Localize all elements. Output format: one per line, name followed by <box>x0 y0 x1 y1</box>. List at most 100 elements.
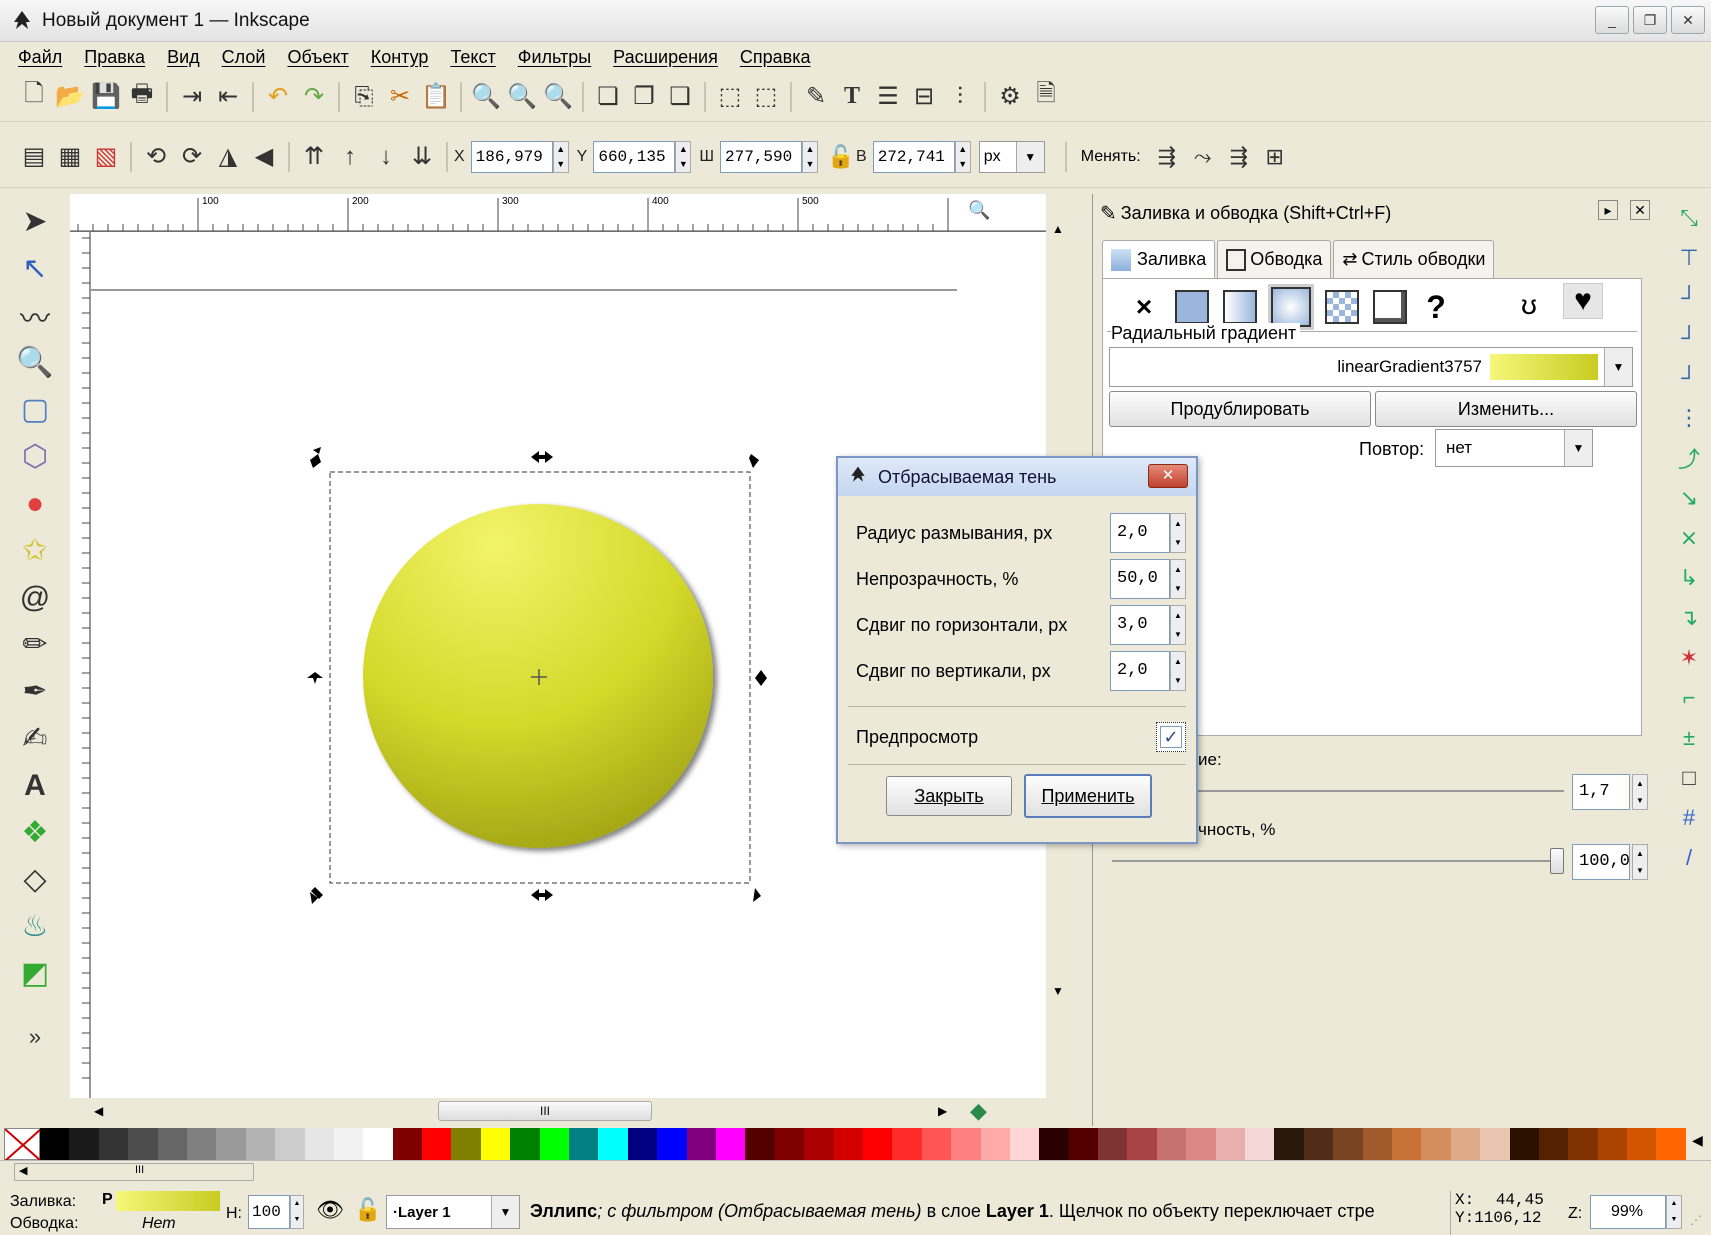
import-icon[interactable]: ⇥ <box>174 79 210 115</box>
blur-spin-arrows[interactable]: ▲ ▼ <box>1632 774 1648 810</box>
snap-toggle-icon[interactable]: ⤡ <box>1669 198 1709 238</box>
palette-swatch[interactable] <box>422 1128 452 1160</box>
no-paint-icon[interactable]: × <box>1127 291 1161 323</box>
close-dialog-button[interactable]: Закрыть <box>886 776 1012 816</box>
palette-swatch[interactable] <box>451 1128 481 1160</box>
rotate-ccw-icon[interactable]: ⟲ <box>138 139 174 175</box>
zoom-page-icon[interactable]: 🔍 <box>540 79 576 115</box>
preview-checkbox[interactable]: ✓ <box>1156 722 1186 752</box>
palette-swatch[interactable] <box>686 1128 716 1160</box>
spiral-tool-icon[interactable]: @ <box>11 574 59 621</box>
snap-bbox-corner-icon[interactable]: ┘ <box>1669 318 1709 358</box>
menu-extensions[interactable]: Расширения <box>613 47 718 68</box>
status-opacity-spin[interactable]: ▲ ▼ <box>290 1195 304 1229</box>
palette-swatch[interactable] <box>1098 1128 1128 1160</box>
tweak-tool-icon[interactable]: 〰 <box>11 292 59 339</box>
palette-swatch[interactable] <box>980 1128 1010 1160</box>
clone-icon[interactable]: ❐ <box>626 79 662 115</box>
apply-button[interactable]: Применить <box>1024 774 1152 818</box>
scroll-left-arrow[interactable]: ◀ <box>94 1104 103 1118</box>
blur-radius-spin[interactable]: ▲ ▼ <box>1170 513 1186 553</box>
opacity-spin-arrows[interactable]: ▲ ▼ <box>1632 844 1648 880</box>
palette-swatch[interactable] <box>480 1128 511 1160</box>
menu-layer[interactable]: Слой <box>222 47 266 68</box>
palette-swatch[interactable] <box>69 1128 99 1160</box>
tab-fill[interactable]: Заливка <box>1102 240 1216 278</box>
dock-close-button[interactable]: ✕ <box>1630 200 1650 220</box>
linear-gradient-icon[interactable] <box>1223 290 1257 324</box>
palette-swatch[interactable] <box>627 1128 658 1160</box>
spray-tool-icon[interactable]: ❖ <box>11 809 59 856</box>
raise-icon[interactable]: ↑ <box>332 139 368 175</box>
snap-intersection-icon[interactable]: ⨯ <box>1669 518 1709 558</box>
color-manage-icon[interactable]: ◆ <box>970 1098 987 1124</box>
snap-bbox-center-icon[interactable]: ⋮ <box>1669 398 1709 438</box>
duplicate-icon[interactable]: ❏ <box>590 79 626 115</box>
x-spin-arrows[interactable]: ▲ ▼ <box>552 140 569 173</box>
palette-swatch[interactable] <box>1509 1128 1539 1160</box>
palette-scrollbar[interactable]: ◀ III <box>14 1163 254 1181</box>
menu-object[interactable]: Объект <box>287 47 348 68</box>
opacity-input[interactable]: 100,0 <box>1572 844 1630 880</box>
print-icon[interactable]: 🖶 <box>124 79 160 115</box>
snap-rotation-center-icon[interactable]: ± <box>1669 718 1709 758</box>
snap-object-center-icon[interactable]: ⌐ <box>1669 678 1709 718</box>
shadow-opacity-spin[interactable]: ▲ ▼ <box>1170 559 1186 599</box>
rotate-cw-icon[interactable]: ⟳ <box>174 139 210 175</box>
tab-stroke-paint[interactable]: Обводка <box>1217 240 1332 278</box>
text-font-icon[interactable]: T <box>834 79 870 115</box>
3d-box-tool-icon[interactable]: ⬡ <box>11 433 59 480</box>
menu-edit[interactable]: Правка <box>84 47 145 68</box>
snap-page-border-icon[interactable]: □ <box>1669 758 1709 798</box>
export-icon[interactable]: ⇤ <box>210 79 246 115</box>
menu-help[interactable]: Справка <box>740 47 811 68</box>
radial-gradient-icon[interactable] <box>1271 287 1311 327</box>
eraser-tool-icon[interactable]: ◇ <box>11 856 59 903</box>
palette-swatch[interactable] <box>657 1128 687 1160</box>
palette-scroll-arrow[interactable]: ◀ <box>1692 1132 1703 1149</box>
select-all-layers-icon[interactable]: ▦ <box>52 139 88 175</box>
palette-swatch[interactable] <box>333 1128 364 1160</box>
unlink-clone-icon[interactable]: ❑ <box>662 79 698 115</box>
palette-swatch[interactable] <box>804 1128 834 1160</box>
palette-swatch[interactable] <box>1009 1128 1040 1160</box>
palette-swatch[interactable] <box>1245 1128 1275 1160</box>
flat-color-icon[interactable] <box>1175 290 1209 324</box>
zoom-selection-icon[interactable]: 🔍 <box>468 79 504 115</box>
unset-paint-icon[interactable]: ? <box>1421 289 1451 326</box>
opacity-slider-thumb[interactable] <box>1550 848 1564 874</box>
edit-gradient-button[interactable]: Изменить... <box>1375 391 1637 427</box>
palette-swatch[interactable] <box>892 1128 922 1160</box>
hscroll-thumb[interactable]: III <box>438 1101 652 1121</box>
ellipse-tool-icon[interactable]: ● <box>11 480 59 527</box>
palette-swatch[interactable] <box>1215 1128 1246 1160</box>
document-properties-icon[interactable]: 🗎 <box>1028 79 1064 115</box>
palette-swatch[interactable] <box>598 1128 628 1160</box>
zoom-spin[interactable]: ▲ ▼ <box>1666 1195 1682 1229</box>
select-all-icon[interactable]: ▤ <box>16 139 52 175</box>
scroll-left-arrow[interactable]: ◀ <box>19 1164 27 1177</box>
zoom-tool-icon[interactable]: 🔍 <box>11 339 59 386</box>
w-spin-arrows[interactable]: ▲ ▼ <box>802 140 819 173</box>
group-icon[interactable]: ⬚ <box>712 79 748 115</box>
snap-midpoint-icon[interactable]: ✶ <box>1669 638 1709 678</box>
menu-filters[interactable]: Фильтры <box>518 47 591 68</box>
shadow-opacity-input[interactable]: 50,0 <box>1110 559 1170 599</box>
palette-swatch[interactable] <box>1421 1128 1451 1160</box>
palette-swatch[interactable] <box>1597 1128 1628 1160</box>
repeat-select[interactable]: нет ▼ <box>1435 429 1593 467</box>
palette-scroll-thumb[interactable]: III <box>135 1164 144 1176</box>
palette-swatch[interactable] <box>1568 1128 1598 1160</box>
x-input[interactable]: 186,979 <box>470 140 553 173</box>
palette-swatch[interactable] <box>1538 1128 1569 1160</box>
palette-swatch[interactable] <box>275 1128 305 1160</box>
palette-swatch[interactable] <box>1127 1128 1157 1160</box>
cut-icon[interactable]: ✂ <box>382 79 418 115</box>
palette-swatch[interactable] <box>128 1128 158 1160</box>
deselect-icon[interactable]: ▧ <box>88 139 124 175</box>
zoom-drawing-icon[interactable]: 🔍 <box>504 79 540 115</box>
new-document-icon[interactable]: 🗋 <box>16 79 52 115</box>
yellow-ellipse[interactable] <box>363 504 713 848</box>
scroll-down-arrow[interactable]: ▼ <box>1052 984 1064 998</box>
undo-icon[interactable]: ↶ <box>260 79 296 115</box>
